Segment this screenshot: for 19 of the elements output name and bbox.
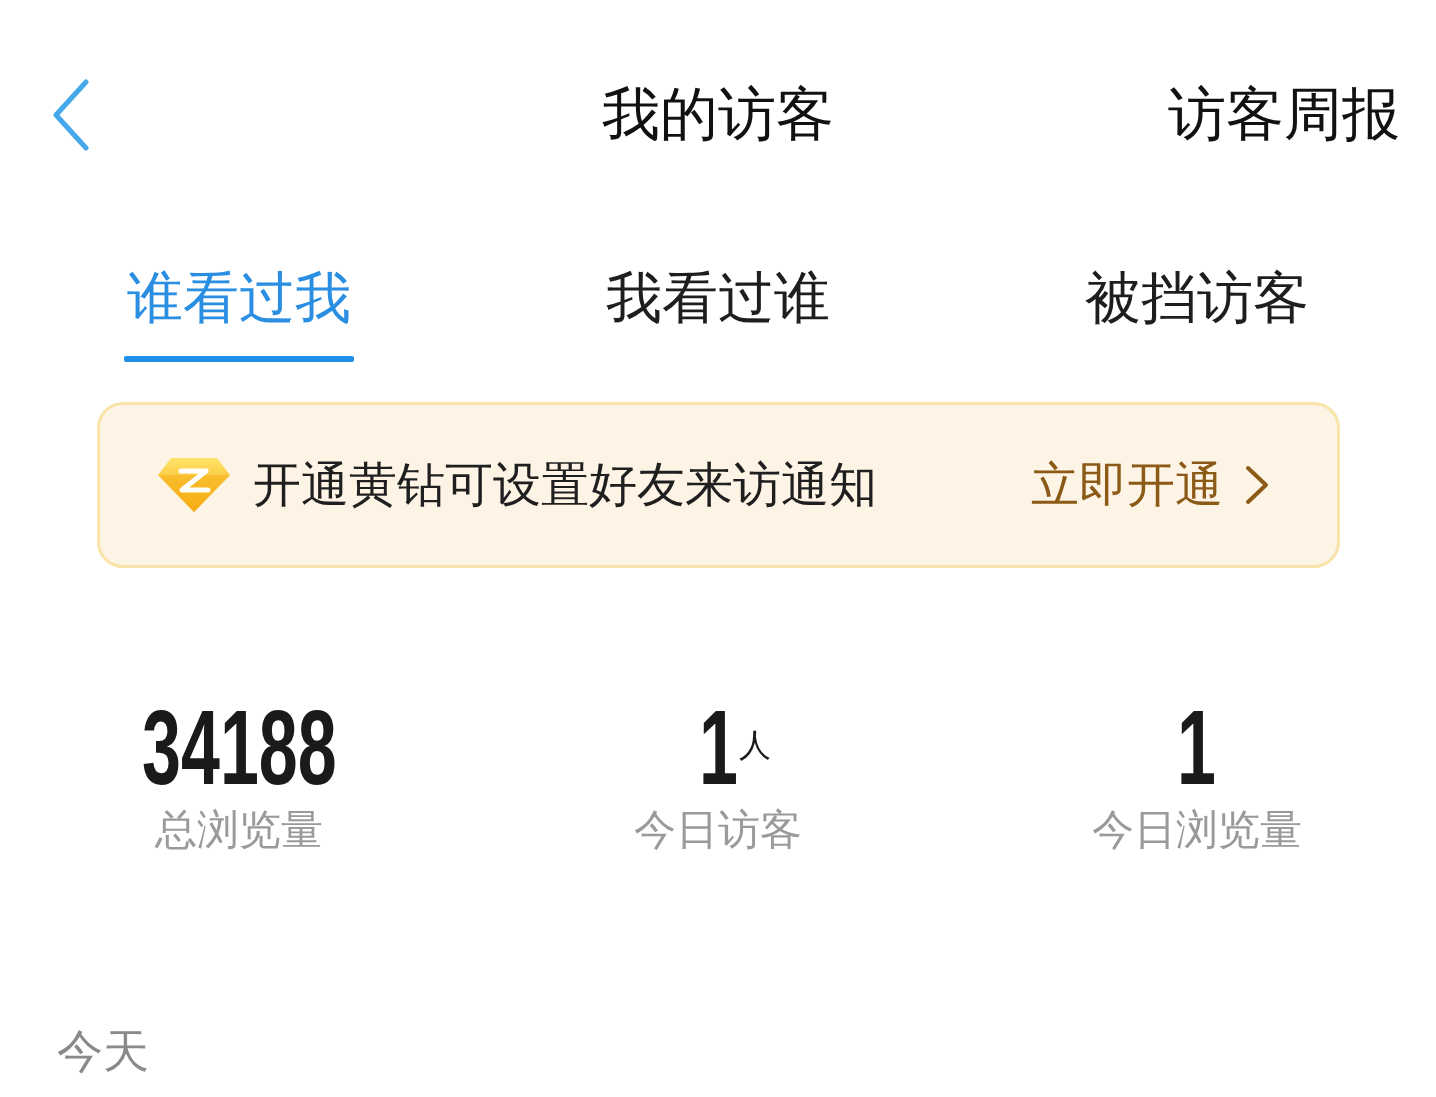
chevron-right-icon xyxy=(1245,465,1269,505)
stat-value: 34188 xyxy=(142,694,337,800)
tab[interactable]: 我看过谁 xyxy=(606,270,830,362)
promo-banner[interactable]: 开通黄钻可设置好友来访通知 立即开通 xyxy=(97,402,1340,568)
banner-text: 开通黄钻可设置好友来访通知 xyxy=(253,456,878,514)
chevron-left-icon xyxy=(52,79,90,151)
tab[interactable]: 被挡访客 xyxy=(1084,270,1309,362)
diamond-icon xyxy=(157,457,231,513)
stat-value: 1 xyxy=(1177,694,1217,800)
page-title: 我的访客 xyxy=(602,80,834,150)
section-heading: 今天 xyxy=(57,1024,149,1080)
stat-unit: 人 xyxy=(739,726,772,765)
stat-value: 1 xyxy=(698,694,738,800)
stat-label: 今日访客 xyxy=(634,806,802,854)
back-button[interactable] xyxy=(52,79,90,151)
activate-link[interactable]: 立即开通 xyxy=(1031,456,1269,514)
weekly-report-link[interactable]: 访客周报 xyxy=(1168,80,1400,150)
stat-label: 今日浏览量 xyxy=(1091,806,1302,854)
stat-label: 总浏览量 xyxy=(155,806,324,854)
